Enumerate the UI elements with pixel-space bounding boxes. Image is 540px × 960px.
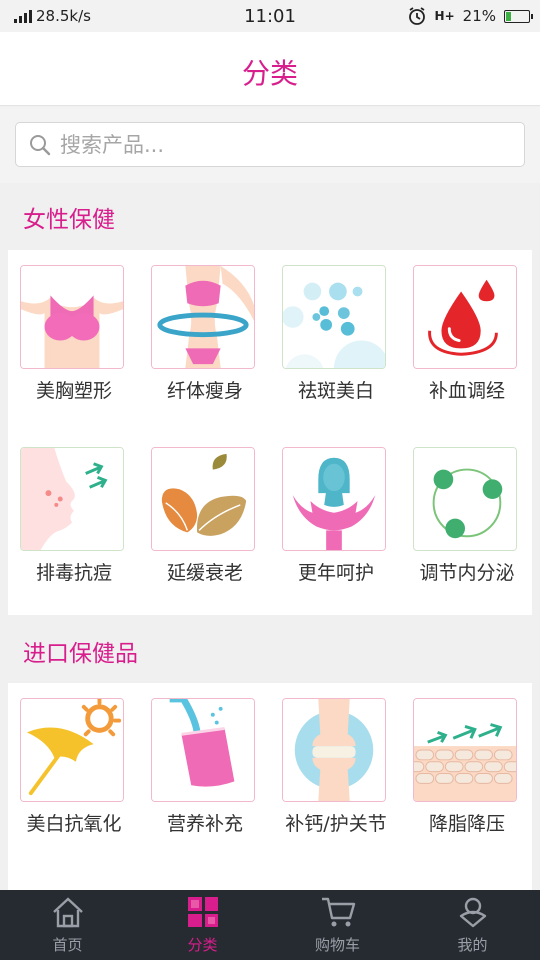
category-label: 美胸塑形 xyxy=(35,380,112,402)
category-item[interactable]: 纤体瘦身 xyxy=(139,250,270,432)
page-title: 分类 xyxy=(241,57,298,90)
category-item[interactable]: 补血调经 xyxy=(401,250,532,432)
face-detox-icon xyxy=(20,447,124,551)
category-item[interactable]: 美白抗氧化 xyxy=(8,683,139,865)
category-item[interactable]: 降脂降压 xyxy=(401,683,532,865)
tab-label: 购物车 xyxy=(314,936,360,954)
category-label: 补钙/护关节 xyxy=(285,813,387,835)
category-label: 排毒抗痘 xyxy=(35,562,112,584)
tab-cart[interactable]: 购物车 xyxy=(270,890,405,960)
search-box[interactable] xyxy=(15,122,525,167)
category-label: 调节内分泌 xyxy=(419,562,515,584)
category-item[interactable]: 更年呵护 xyxy=(270,432,401,615)
category-label: 更年呵护 xyxy=(297,562,374,584)
blood-drop-icon xyxy=(413,265,517,369)
slim-body-icon xyxy=(151,265,255,369)
category-item[interactable]: 祛斑美白 xyxy=(270,250,401,432)
category-item[interactable]: 调节内分泌 xyxy=(401,432,532,615)
category-item[interactable]: 美胸塑形 xyxy=(8,250,139,432)
category-grid-women-health: 美胸塑形 纤体瘦身 祛斑美白 补血调经 排毒抗痘 延缓衰老 更年呵护 调节内分泌 xyxy=(8,250,532,615)
home-icon xyxy=(52,897,83,928)
category-label: 美白抗氧化 xyxy=(26,813,122,835)
tab-home[interactable]: 首页 xyxy=(0,890,135,960)
category-label: 营养补充 xyxy=(166,813,243,835)
fat-arrows-icon xyxy=(413,698,517,802)
joint-icon xyxy=(282,698,386,802)
category-grid-imported: 美白抗氧化 营养补充 补钙/护关节 降脂降压 xyxy=(8,683,532,890)
tab-profile[interactable]: 我的 xyxy=(405,890,540,960)
category-item[interactable]: 排毒抗痘 xyxy=(8,432,139,615)
tab-label: 我的 xyxy=(457,936,488,954)
spots-icon xyxy=(282,265,386,369)
status-right: H+ 21% xyxy=(407,6,533,26)
alarm-icon xyxy=(408,7,425,25)
network-type: H+ xyxy=(434,9,455,23)
category-item[interactable]: 延缓衰老 xyxy=(139,432,270,615)
category-label: 降脂降压 xyxy=(428,813,505,835)
battery-icon xyxy=(504,9,533,23)
cart-icon xyxy=(321,897,355,927)
section-title-imported: 进口保健品 xyxy=(23,641,138,667)
header: 分类 xyxy=(0,32,540,106)
tab-label: 分类 xyxy=(187,936,218,954)
leaves-icon xyxy=(151,447,255,551)
category-label: 纤体瘦身 xyxy=(166,380,243,402)
profile-icon xyxy=(459,897,486,928)
category-label: 祛斑美白 xyxy=(297,380,374,402)
woman-hands-icon xyxy=(282,447,386,551)
category-item[interactable]: 补钙/护关节 xyxy=(270,683,401,865)
drink-cup-icon xyxy=(151,698,255,802)
bust-icon xyxy=(20,265,124,369)
tab-category[interactable]: 分类 xyxy=(135,890,270,960)
search-area xyxy=(0,107,540,183)
category-label: 补血调经 xyxy=(428,380,505,402)
sun-umbrella-icon xyxy=(20,698,124,802)
category-label: 延缓衰老 xyxy=(166,562,243,584)
category-icon xyxy=(187,897,218,927)
cycle-icon xyxy=(413,447,517,551)
tab-label: 首页 xyxy=(52,936,83,954)
category-item[interactable]: 营养补充 xyxy=(139,683,270,865)
section-title-women-health: 女性保健 xyxy=(23,207,115,233)
tab-bar: 首页 分类 购物车 我的 xyxy=(0,890,540,960)
search-icon xyxy=(30,134,51,155)
search-input[interactable] xyxy=(60,132,500,157)
battery-percent: 21% xyxy=(462,7,496,25)
status-bar: 28.5k/s 11:01 H+ 21% xyxy=(0,0,540,32)
